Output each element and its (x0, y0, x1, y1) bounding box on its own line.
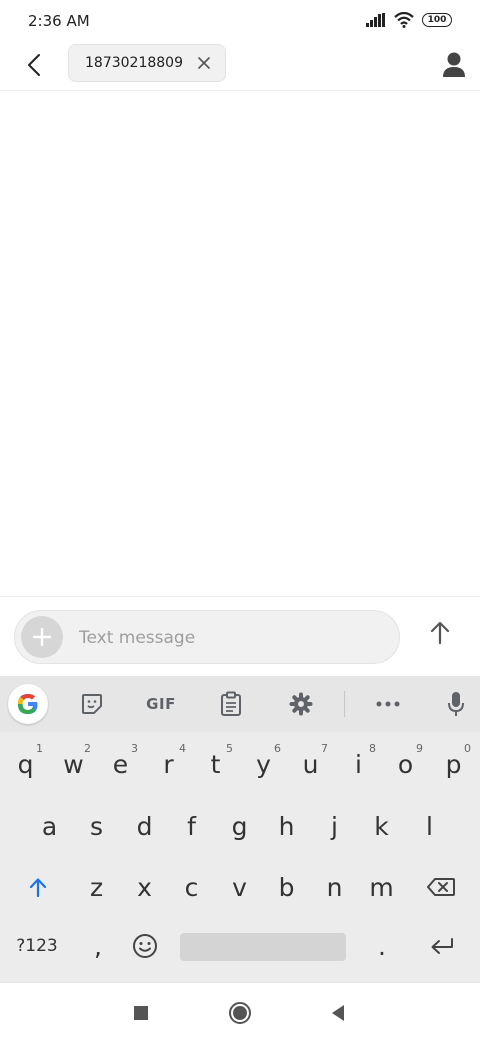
key-z[interactable]: z (73, 863, 120, 911)
backspace-icon (427, 878, 455, 896)
key-t[interactable]: t5 (192, 740, 239, 788)
recipient-chip[interactable]: 18730218809 (68, 44, 226, 82)
message-input[interactable]: Text message (14, 610, 400, 664)
square-icon (134, 1006, 148, 1020)
key-c[interactable]: c (168, 863, 215, 911)
keyboard-toolbar: GIF (0, 676, 480, 732)
battery-icon: 100 (422, 13, 452, 27)
sticker-icon (82, 694, 102, 714)
enter-icon (431, 938, 453, 954)
clipboard-icon (221, 691, 241, 716)
more-horizontal-icon (376, 701, 400, 707)
status-time: 2:36 AM (28, 12, 90, 30)
add-attachment-button[interactable] (21, 616, 63, 658)
key-g[interactable]: g (216, 802, 263, 850)
key-o[interactable]: o9 (382, 740, 429, 788)
toolbar-divider (344, 691, 345, 717)
arrow-up-icon (430, 621, 450, 645)
message-list (0, 91, 480, 595)
key-v[interactable]: v (216, 863, 263, 911)
key-e[interactable]: e3 (97, 740, 144, 788)
period-key[interactable]: . (360, 924, 404, 968)
key-q[interactable]: q1 (2, 740, 49, 788)
key-h[interactable]: h (263, 802, 310, 850)
key-a[interactable]: a (26, 802, 73, 850)
recents-button[interactable] (127, 999, 155, 1027)
key-j[interactable]: j (311, 802, 358, 850)
recipient-number: 18730218809 (85, 55, 183, 71)
gif-button[interactable]: GIF (140, 688, 182, 720)
microphone-icon (448, 692, 464, 716)
emoji-icon (133, 934, 157, 958)
google-icon (18, 694, 38, 714)
more-button[interactable] (372, 688, 404, 720)
triangle-back-icon (332, 1005, 344, 1021)
key-m[interactable]: m (358, 863, 405, 911)
clipboard-button[interactable] (215, 688, 247, 720)
contact-button[interactable] (438, 48, 470, 82)
home-circle-icon (229, 1002, 251, 1024)
key-f[interactable]: f (168, 802, 215, 850)
emoji-key[interactable] (124, 924, 166, 968)
backspace-key[interactable] (414, 863, 468, 911)
back-button[interactable] (18, 48, 50, 82)
google-button[interactable] (8, 684, 48, 724)
key-u[interactable]: u7 (287, 740, 334, 788)
status-icons: 100 (366, 12, 452, 28)
system-nav-bar (0, 982, 480, 1041)
voice-input-button[interactable] (440, 688, 472, 720)
conversation-header: 18730218809 (0, 42, 480, 91)
settings-button[interactable] (285, 688, 317, 720)
key-n[interactable]: n (311, 863, 358, 911)
keyboard: GIF q 1 w 2 e 3 r 4 t 5 y 6 u 7 i 8 o 9 … (0, 676, 480, 982)
status-bar: 2:36 AM 100 (0, 0, 480, 42)
key-w[interactable]: w2 (50, 740, 97, 788)
key-k[interactable]: k (358, 802, 405, 850)
wifi-icon (394, 12, 414, 28)
comma-key[interactable]: , (76, 924, 120, 968)
shift-arrow-icon (29, 878, 47, 898)
person-icon (443, 52, 465, 77)
home-button[interactable] (226, 999, 254, 1027)
sticker-button[interactable] (76, 688, 108, 720)
message-placeholder: Text message (79, 628, 196, 648)
space-bar[interactable] (180, 933, 346, 961)
send-button[interactable] (424, 617, 456, 649)
shift-key[interactable] (12, 863, 64, 911)
signal-icon (366, 13, 385, 27)
key-s[interactable]: s (73, 802, 120, 850)
key-p[interactable]: p0 (430, 740, 477, 788)
key-d[interactable]: d (121, 802, 168, 850)
close-icon (198, 57, 210, 69)
composer: Text message (0, 596, 480, 677)
back-nav-button[interactable] (324, 999, 352, 1027)
key-i[interactable]: i8 (335, 740, 382, 788)
remove-recipient-button[interactable] (195, 54, 213, 72)
key-x[interactable]: x (121, 863, 168, 911)
key-y[interactable]: y6 (240, 740, 287, 788)
key-r[interactable]: r4 (145, 740, 192, 788)
symbols-key[interactable]: ?123 (8, 924, 66, 968)
key-b[interactable]: b (263, 863, 310, 911)
key-l[interactable]: l (406, 802, 453, 850)
enter-key[interactable] (418, 924, 466, 968)
plus-icon (32, 627, 52, 647)
gear-icon (289, 692, 313, 716)
back-arrow-icon (28, 54, 40, 76)
